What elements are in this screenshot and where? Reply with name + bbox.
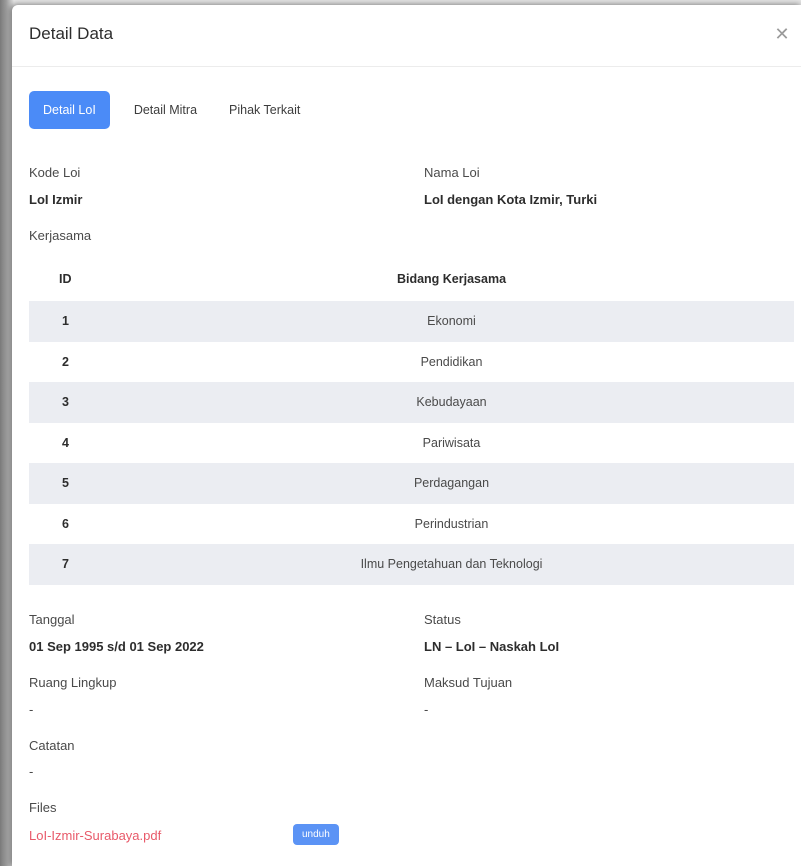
- files-label: Files: [29, 800, 57, 815]
- close-button[interactable]: ✕: [771, 23, 793, 45]
- kerjasama-label: Kerjasama: [29, 228, 92, 243]
- modal-title: Detail Data: [29, 24, 114, 43]
- file-link[interactable]: LoI-Izmir-Surabaya.pdf: [29, 828, 161, 843]
- row-name: Ilmu Pengetahuan dan Teknologi: [360, 557, 543, 572]
- row-id: 1: [62, 314, 69, 329]
- kode-loi-label: Kode Loi: [29, 165, 81, 180]
- header-bidang-kerjasama: Bidang Kerjasama: [396, 272, 507, 286]
- row-id: 3: [62, 395, 69, 410]
- tab-bar: Detail LoI Detail Mitra Pihak Terkait: [29, 91, 324, 129]
- ruang-lingkup-value: -: [29, 702, 34, 717]
- table-row: 5 Perdagangan: [29, 463, 794, 504]
- maksud-tujuan-label: Maksud Tujuan: [424, 675, 513, 690]
- table-row: 3 Kebudayaan: [29, 382, 794, 423]
- nama-loi-label: Nama Loi: [424, 165, 480, 180]
- ruang-lingkup-label: Ruang Lingkup: [29, 675, 117, 690]
- table-row: 6 Perindustrian: [29, 504, 794, 545]
- table-header: ID Bidang Kerjasama: [29, 257, 794, 301]
- download-button[interactable]: unduh: [293, 824, 339, 845]
- row-id: 7: [62, 557, 69, 572]
- table-row: 4 Pariwisata: [29, 423, 794, 464]
- tanggal-label: Tanggal: [29, 612, 75, 627]
- tab-detail-loi[interactable]: Detail LoI: [29, 91, 110, 129]
- maksud-tujuan-value: -: [424, 702, 429, 717]
- table-row: 1 Ekonomi: [29, 301, 794, 342]
- catatan-value: -: [29, 764, 34, 779]
- row-name: Kebudayaan: [416, 395, 487, 410]
- nama-loi-value: LoI dengan Kota Izmir, Turki: [424, 192, 598, 207]
- row-name: Perindustrian: [414, 516, 489, 531]
- row-name: Ekonomi: [427, 314, 476, 329]
- status-label: Status: [424, 612, 461, 627]
- catatan-label: Catatan: [29, 738, 75, 753]
- close-icon: ✕: [774, 24, 790, 44]
- row-name: Pendidikan: [420, 354, 483, 369]
- kode-loi-value: LoI Izmir: [29, 192, 83, 207]
- row-id: 6: [62, 516, 69, 531]
- row-name: Pariwisata: [422, 435, 481, 450]
- tanggal-value: 01 Sep 1995 s/d 01 Sep 2022: [29, 639, 204, 654]
- table-row: 2 Pendidikan: [29, 342, 794, 383]
- tab-pihak-terkait[interactable]: Pihak Terkait: [221, 91, 308, 129]
- status-value: LN – LoI – Naskah LoI: [424, 639, 560, 654]
- row-id: 5: [62, 476, 69, 491]
- row-id: 4: [62, 435, 69, 450]
- row-id: 2: [62, 354, 69, 369]
- tab-detail-mitra[interactable]: Detail Mitra: [126, 91, 205, 129]
- header-id: ID: [59, 272, 72, 286]
- modal-header: Detail Data ✕: [12, 5, 801, 67]
- table-row: 7 Ilmu Pengetahuan dan Teknologi: [29, 544, 794, 585]
- row-name: Perdagangan: [413, 476, 490, 491]
- detail-data-modal: Detail Data ✕ Detail LoI Detail Mitra Pi…: [12, 5, 801, 866]
- kerjasama-table: ID Bidang Kerjasama 1 Ekonomi 2 Pendidik…: [29, 257, 794, 585]
